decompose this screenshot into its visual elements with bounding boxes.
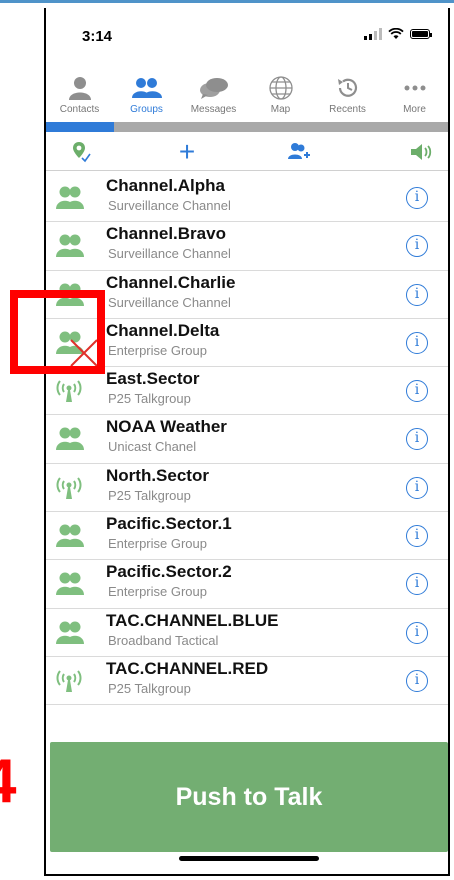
group-icon: [56, 619, 84, 645]
antenna-icon: [56, 474, 82, 500]
group-name: Channel.Alpha: [106, 176, 226, 195]
tab-label: Recents: [329, 104, 366, 115]
history-icon: [332, 74, 364, 102]
group-row[interactable]: TAC.CHANNEL.RED P25 Talkgroup i: [46, 657, 448, 706]
group-row[interactable]: North.Sector P25 Talkgroup i: [46, 464, 448, 513]
tab-indicator: [46, 122, 448, 132]
top-rule: [0, 0, 454, 3]
home-indicator[interactable]: [179, 856, 319, 861]
info-icon[interactable]: i: [406, 331, 428, 354]
tab-label: Contacts: [59, 104, 100, 115]
status-icons: [364, 28, 432, 40]
info-icon[interactable]: i: [406, 235, 428, 258]
group-subtitle: Unicast Chanel: [108, 439, 197, 455]
group-name: East.Sector: [106, 369, 200, 389]
group-icon: [56, 522, 84, 548]
antenna-icon: [56, 667, 82, 693]
wifi-icon: [388, 28, 404, 39]
group-row[interactable]: Pacific.Sector.2 Enterprise Group i: [46, 560, 448, 609]
tab-indicator-selected: [46, 122, 114, 132]
group-name: TAC.CHANNEL.BLUE: [106, 610, 279, 630]
add-button[interactable]: +: [174, 138, 200, 166]
speaker-icon[interactable]: [408, 140, 434, 164]
info-icon[interactable]: i: [406, 573, 428, 596]
status-bar: 3:14: [46, 8, 448, 58]
group-name: Channel.Bravo: [106, 224, 226, 244]
group-subtitle: Enterprise Group: [108, 342, 207, 358]
group-name: Pacific.Sector.1: [106, 514, 232, 534]
group-subtitle: Surveillance Channel: [108, 246, 231, 262]
group-row[interactable]: Channel.Alpha Surveillance Channel i: [46, 174, 448, 223]
annotation-highlight-box: [10, 290, 105, 374]
tab-groups[interactable]: Groups: [113, 74, 180, 120]
antenna-icon: [56, 377, 82, 403]
tab-label: More: [403, 104, 426, 115]
group-name: Channel.Charlie: [106, 272, 236, 292]
info-icon[interactable]: i: [406, 669, 428, 692]
tab-bar: Contacts Groups Messages Map Recents More: [46, 74, 448, 120]
group-row[interactable]: Channel.Delta Enterprise Group i: [46, 319, 448, 368]
info-icon[interactable]: i: [406, 621, 428, 644]
phone-screen: 3:14 Contacts Groups Messages Map Recents Mor…: [44, 8, 450, 874]
group-row[interactable]: Channel.Bravo Surveillance Channel i: [46, 222, 448, 271]
group-subtitle: Surveillance Channel: [108, 294, 231, 310]
group-name: NOAA Weather: [106, 417, 227, 437]
chat-bubbles-icon: [198, 74, 230, 102]
group-name: Channel.Delta: [106, 320, 220, 340]
status-time: 3:14: [82, 28, 113, 45]
group-row[interactable]: Channel.Charlie Surveillance Channel i: [46, 271, 448, 319]
info-icon[interactable]: i: [406, 283, 428, 306]
tab-more[interactable]: More: [381, 74, 448, 120]
person-icon: [64, 74, 96, 102]
tab-recents[interactable]: Recents: [314, 74, 381, 120]
group-subtitle: Surveillance Channel: [108, 198, 231, 213]
group-icon: [56, 425, 84, 451]
info-icon[interactable]: i: [406, 476, 428, 499]
group-subtitle: P25 Talkgroup: [108, 391, 191, 407]
info-icon[interactable]: i: [406, 187, 428, 209]
group-subtitle: Broadband Tactical: [108, 632, 219, 648]
group-icon: [56, 232, 84, 258]
tab-contacts[interactable]: Contacts: [46, 74, 113, 120]
tab-map[interactable]: Map: [247, 74, 314, 120]
ellipsis-icon: [399, 74, 431, 102]
group-list: Channel.Alpha Surveillance Channel i Channe…: [46, 174, 448, 706]
group-icon: [56, 570, 84, 596]
groups-icon: [131, 74, 163, 102]
group-name: Pacific.Sector.2: [106, 562, 232, 582]
group-subtitle: P25 Talkgroup: [108, 680, 191, 696]
group-row[interactable]: TAC.CHANNEL.BLUE Broadband Tactical i: [46, 609, 448, 657]
group-icon: [56, 184, 84, 210]
tab-label: Messages: [190, 104, 237, 115]
tab-label: Groups: [130, 104, 163, 115]
info-icon[interactable]: i: [406, 428, 428, 451]
battery-icon: [410, 29, 432, 39]
group-subtitle: Enterprise Group: [108, 536, 207, 552]
tab-label: Map: [270, 104, 291, 115]
group-subtitle: P25 Talkgroup: [108, 487, 191, 503]
group-row[interactable]: NOAA Weather Unicast Chanel i: [46, 415, 448, 464]
group-row[interactable]: Pacific.Sector.1 Enterprise Group i: [46, 512, 448, 561]
tab-messages[interactable]: Messages: [180, 74, 247, 120]
annotation-step-number: 4: [0, 742, 22, 822]
group-name: TAC.CHANNEL.RED: [106, 658, 269, 678]
phone-bottom-edge: [44, 874, 450, 876]
groups-toolbar: +: [46, 134, 448, 171]
cellular-signal-icon: [364, 28, 382, 40]
group-name: North.Sector: [106, 465, 209, 485]
globe-icon: [265, 74, 297, 102]
info-icon[interactable]: i: [406, 525, 428, 548]
info-icon[interactable]: i: [406, 380, 428, 403]
location-check-icon[interactable]: [68, 140, 94, 164]
push-to-talk-button[interactable]: Push to Talk: [50, 742, 448, 852]
group-row[interactable]: East.Sector P25 Talkgroup i: [46, 367, 448, 416]
group-subtitle: Enterprise Group: [108, 584, 207, 600]
add-group-icon[interactable]: [286, 140, 312, 164]
